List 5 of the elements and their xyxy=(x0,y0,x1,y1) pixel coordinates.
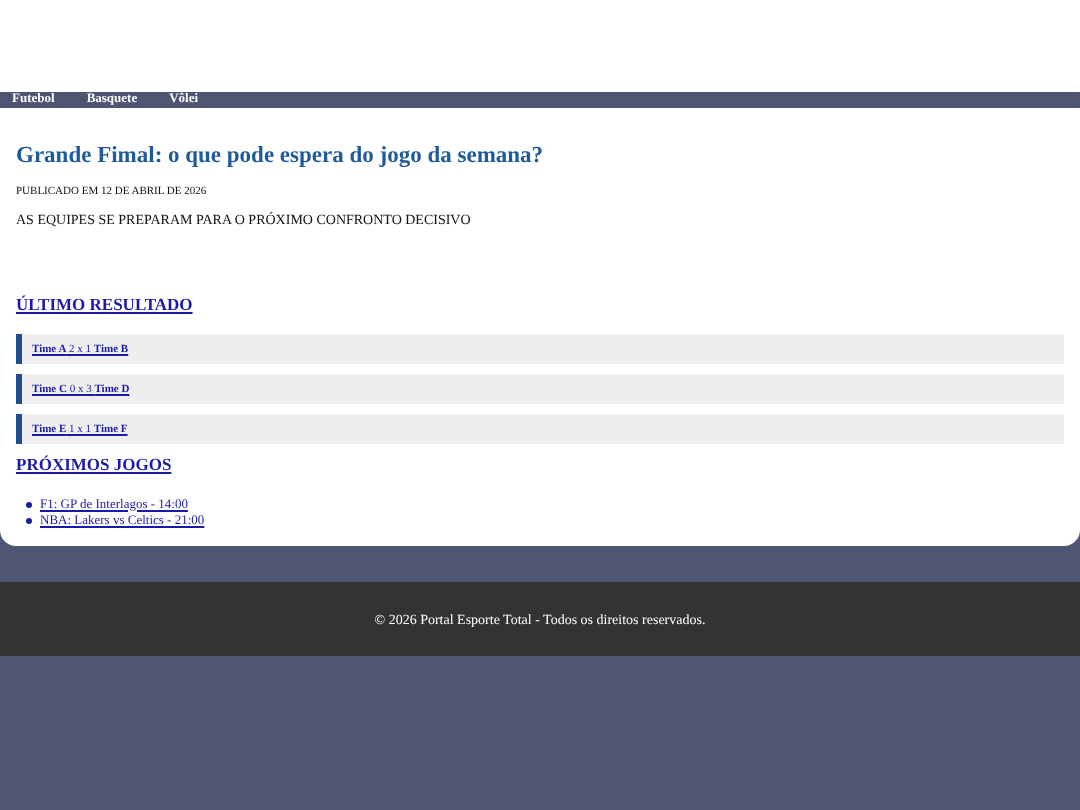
bullet-icon xyxy=(26,501,32,507)
article-title: Grande Fimal: o que pode espera do jogo da semana? xyxy=(16,142,546,170)
bullet-icon xyxy=(26,517,32,523)
section-heading-link[interactable]: PRÓXIMOS JOGOS xyxy=(16,454,172,474)
section-heading-link[interactable]: ÚLTIMO RESULTADO xyxy=(16,294,193,314)
